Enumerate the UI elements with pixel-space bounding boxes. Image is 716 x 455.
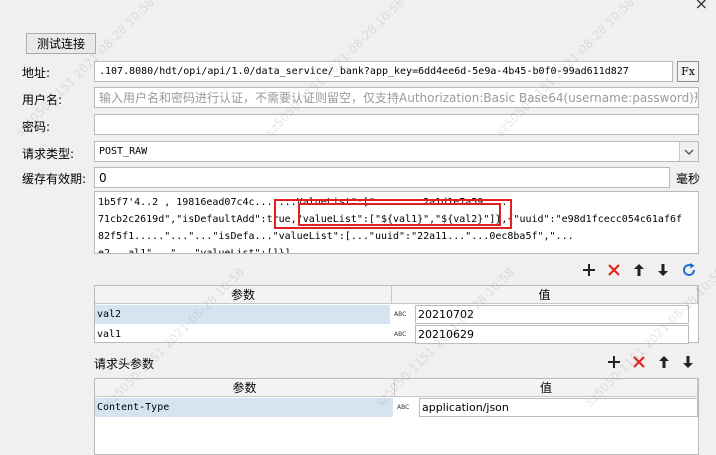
- param-value-cell[interactable]: 20210629: [415, 325, 689, 344]
- params-col-header-param: 参数: [95, 286, 392, 304]
- delete-icon[interactable]: [605, 261, 623, 279]
- highlight-box-inner: [298, 203, 501, 226]
- request-type-label: 请求类型:: [22, 147, 75, 161]
- type-abc-icon[interactable]: ABC: [392, 305, 414, 324]
- cache-input[interactable]: 0: [94, 167, 670, 188]
- request-type-select[interactable]: POST_RAW: [94, 141, 699, 162]
- delete-icon[interactable]: [630, 353, 648, 371]
- cache-label: 缓存有效期:: [22, 172, 87, 186]
- password-input[interactable]: [94, 114, 699, 135]
- params-table: 参数 值 val2 ABC 20210702 val1 ABC 20210629: [94, 285, 699, 344]
- plus-icon[interactable]: [580, 261, 598, 279]
- refresh-icon[interactable]: [680, 261, 698, 279]
- header-name-cell[interactable]: Content-Type: [95, 398, 393, 417]
- arrow-down-icon[interactable]: [679, 353, 697, 371]
- cache-unit-label: 毫秒: [676, 172, 701, 186]
- plus-icon[interactable]: [605, 353, 623, 371]
- close-icon[interactable]: ×: [695, 0, 708, 13]
- request-type-value: POST_RAW: [99, 146, 148, 157]
- request-headers-title: 请求头参数: [94, 357, 155, 371]
- chevron-down-icon[interactable]: [679, 142, 698, 161]
- params-col-header-value: 值: [392, 286, 698, 304]
- param-name-cell[interactable]: val1: [95, 325, 390, 344]
- body-line: 82f5f1....."..."..."isDefa..."valueList"…: [98, 231, 574, 242]
- top-strip: [0, 0, 716, 22]
- arrow-up-icon[interactable]: [630, 261, 648, 279]
- body-text-fragment: ,{"uuid":"e98d1fcecc054c61af6f: [501, 214, 683, 225]
- address-input[interactable]: .107.8080/hdt/opi/api/1.0/data_service/_…: [94, 61, 673, 82]
- headers-table: 参数 值 Content-Type ABC application/json: [94, 378, 699, 455]
- type-abc-icon[interactable]: ABC: [395, 398, 417, 417]
- body-line: e2...al1"..."..."valueList":[]}]: [98, 248, 291, 254]
- param-value-cell[interactable]: 20210702: [415, 305, 689, 324]
- headers-col-header-value: 值: [395, 379, 698, 397]
- type-abc-icon[interactable]: ABC: [392, 325, 414, 344]
- address-label: 地址:: [22, 66, 51, 80]
- password-label: 密码:: [22, 120, 51, 134]
- test-connection-button[interactable]: 测试连接: [26, 33, 96, 54]
- username-input[interactable]: 输入用户名和密码进行认证，不需要认证则留空，仅支持Authorization:B…: [94, 87, 699, 108]
- body-text-fragment: 71cb2c2619d","isDefaultAdd":true,: [98, 214, 297, 225]
- arrow-up-icon[interactable]: [655, 353, 673, 371]
- headers-col-header-param: 参数: [95, 379, 395, 397]
- formula-button[interactable]: Fx: [677, 61, 699, 82]
- header-value-cell[interactable]: application/json: [419, 398, 698, 417]
- username-label: 用户名:: [22, 93, 63, 107]
- param-name-cell[interactable]: val2: [95, 305, 390, 324]
- arrow-down-icon[interactable]: [654, 261, 672, 279]
